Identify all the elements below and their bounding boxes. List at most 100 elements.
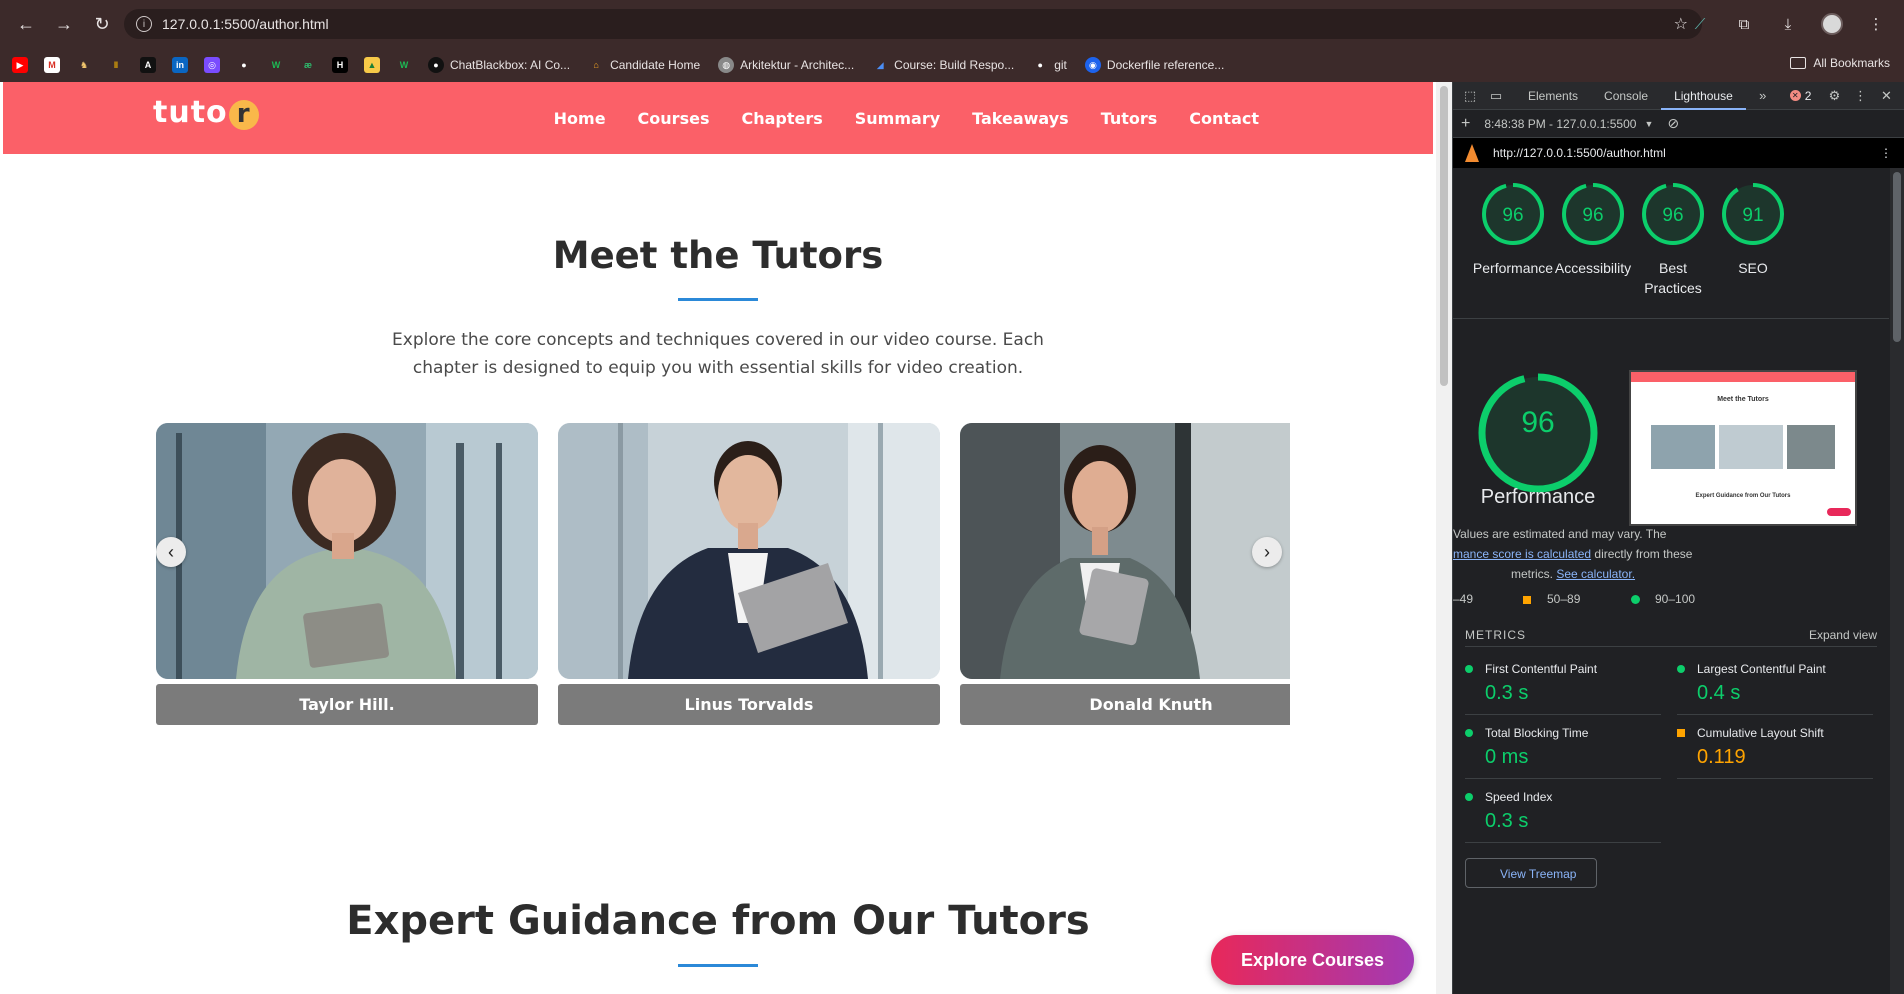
new-report-icon[interactable]: +	[1461, 115, 1470, 133]
gmail-icon[interactable]: M	[44, 57, 60, 73]
report-selector[interactable]: 8:48:38 PM - 127.0.0.1:5500	[1484, 117, 1636, 131]
bookmarks-bar: ▶ M ♞ ‖ A in ◎ ● W æ H ▲ W ● ChatBlackbox…	[0, 48, 1904, 82]
github-icon[interactable]: ●	[236, 57, 252, 73]
browser-toolbar: ← → ↻ i 127.0.0.1:5500/author.html ☆ ⟋ ⧉…	[0, 0, 1904, 48]
tutor-card[interactable]: Linus Torvalds	[558, 423, 940, 725]
nav-courses[interactable]: Courses	[638, 109, 710, 128]
tutor-photo	[558, 423, 940, 679]
tutor-card[interactable]: ‹ Taylor Hill.	[156, 423, 538, 725]
extension-leaf-icon[interactable]: ⟋	[1684, 8, 1716, 40]
legend-average-marker	[1523, 596, 1531, 604]
page-scrollbar[interactable]	[1436, 82, 1452, 994]
score-label[interactable]: Best Practices	[1628, 254, 1718, 298]
expand-view-toggle[interactable]: Expand view	[1809, 628, 1877, 642]
bars-icon[interactable]: ‖	[108, 57, 124, 73]
download-icon[interactable]: ⤓	[1772, 8, 1804, 40]
page-screenshot-thumbnail[interactable]: Meet the Tutors Expert Guidance from Our…	[1629, 370, 1857, 526]
lighthouse-icon	[1465, 144, 1479, 162]
swirl-icon[interactable]: ◎	[204, 57, 220, 73]
profile-avatar[interactable]	[1816, 8, 1848, 40]
browser-menu-icon[interactable]: ⋮	[1860, 8, 1892, 40]
score-label[interactable]: SEO	[1708, 254, 1798, 278]
score-value: 91	[1742, 205, 1763, 226]
devin-icon[interactable]: A	[140, 57, 156, 73]
nav-takeaways[interactable]: Takeaways	[972, 109, 1069, 128]
nav-summary[interactable]: Summary	[855, 109, 940, 128]
back-button[interactable]: ←	[10, 8, 42, 40]
site-info-icon[interactable]: i	[136, 16, 152, 32]
site-logo[interactable]: tuto r	[153, 95, 259, 130]
tutor-photo: ›	[960, 423, 1290, 679]
url-text: 127.0.0.1:5500/author.html	[162, 16, 329, 32]
extensions-puzzle-icon[interactable]: ⧉	[1728, 8, 1760, 40]
bookmark-item[interactable]: ◢ Course: Build Respo...	[872, 57, 1015, 73]
bookmark-item[interactable]: ◉ Dockerfile reference...	[1084, 57, 1224, 73]
devtools-scrollbar[interactable]	[1890, 168, 1904, 994]
score-calculated-link[interactable]: mance score is calculated	[1453, 547, 1591, 561]
ae-icon[interactable]: æ	[300, 57, 316, 73]
lighthouse-toolbar: + 8:48:38 PM - 127.0.0.1:5500 ▼ ⊘	[1453, 110, 1904, 138]
nav-chapters[interactable]: Chapters	[741, 109, 822, 128]
metrics-header: METRICS	[1465, 628, 1526, 642]
carousel-prev-button[interactable]: ‹	[156, 537, 186, 567]
metric-status-marker	[1465, 665, 1473, 673]
devtools-panel: ⬚ ▭ Elements Console Lighthouse » ✕ 2 ⚙ ⋮…	[1452, 82, 1904, 994]
tab-elements[interactable]: Elements	[1515, 82, 1591, 110]
report-dropdown-icon[interactable]: ▼	[1644, 119, 1653, 129]
device-toolbar-icon[interactable]: ▭	[1487, 87, 1505, 105]
devtools-menu-icon[interactable]: ⋮	[1851, 87, 1869, 105]
deer-icon[interactable]: ♞	[76, 57, 92, 73]
error-counter[interactable]: ✕ 2	[1789, 89, 1811, 103]
metric-value: 0.119	[1697, 746, 1746, 768]
photo-icon[interactable]: ▲	[364, 57, 380, 73]
address-bar[interactable]: i 127.0.0.1:5500/author.html ☆	[124, 9, 1702, 39]
more-tabs-icon[interactable]: »	[1754, 87, 1772, 105]
report-url-bar: http://127.0.0.1:5500/author.html ⋮	[1453, 138, 1904, 168]
second-title-underline	[678, 964, 758, 967]
nav-home[interactable]: Home	[554, 109, 606, 128]
view-treemap-button[interactable]: View Treemap	[1465, 858, 1597, 888]
main-nav: Home Courses Chapters Summary Takeaways …	[522, 82, 1259, 154]
nav-contact[interactable]: Contact	[1189, 109, 1259, 128]
bookmark-item[interactable]: ● ChatBlackbox: AI Co...	[428, 57, 570, 73]
score-label[interactable]: Accessibility	[1548, 254, 1638, 278]
youtube-icon[interactable]: ▶	[12, 57, 28, 73]
estimate-note: Values are estimated and may vary. The m…	[1453, 527, 1693, 581]
score-label[interactable]: Performance	[1468, 254, 1558, 278]
hackerrank-icon[interactable]: H	[332, 57, 348, 73]
explore-courses-button[interactable]: Explore Courses	[1211, 935, 1414, 985]
close-devtools-icon[interactable]: ✕	[1877, 87, 1895, 105]
metric-name: Largest Contentful Paint	[1697, 662, 1826, 676]
w-icon[interactable]: W	[268, 57, 284, 73]
see-calculator-link[interactable]: See calculator.	[1556, 567, 1635, 581]
metric-item: Total Blocking Time 0 ms	[1465, 726, 1665, 769]
second-section-title: Expert Guidance from Our Tutors	[346, 898, 1090, 944]
score-value: 96	[1662, 205, 1683, 226]
reload-button[interactable]: ↻	[86, 8, 118, 40]
metric-status-marker	[1677, 729, 1685, 737]
page-scroll-thumb[interactable]	[1440, 86, 1448, 386]
nav-tutors[interactable]: Tutors	[1101, 109, 1158, 128]
legend-good-marker	[1631, 595, 1640, 604]
metric-status-marker	[1465, 729, 1473, 737]
clear-reports-icon[interactable]: ⊘	[1667, 115, 1679, 132]
carousel-next-button[interactable]: ›	[1252, 537, 1282, 567]
report-menu-icon[interactable]: ⋮	[1880, 146, 1892, 160]
inspect-element-icon[interactable]: ⬚	[1461, 87, 1479, 105]
tab-lighthouse[interactable]: Lighthouse	[1661, 82, 1746, 110]
tab-console[interactable]: Console	[1591, 82, 1661, 110]
section-description: Explore the core concepts and techniques…	[392, 330, 1044, 378]
all-bookmarks-button[interactable]: All Bookmarks	[1790, 56, 1890, 70]
page-viewport: tuto r Home Courses Chapters Summary Take…	[0, 82, 1436, 994]
forward-button[interactable]: →	[48, 8, 80, 40]
bookmark-item[interactable]: ⌂ Candidate Home	[588, 57, 700, 73]
linkedin-icon[interactable]: in	[172, 57, 188, 73]
bookmark-item[interactable]: ◍ Arkitektur - Architec...	[718, 57, 854, 73]
w2-icon[interactable]: W	[396, 57, 412, 73]
bookmark-item[interactable]: ● git	[1032, 57, 1067, 73]
tutor-card[interactable]: › Donald Knuth	[960, 423, 1290, 725]
metric-divider	[1677, 714, 1873, 715]
devtools-scroll-thumb[interactable]	[1893, 172, 1901, 342]
settings-gear-icon[interactable]: ⚙	[1825, 87, 1843, 105]
tutor-photo: ‹	[156, 423, 538, 679]
